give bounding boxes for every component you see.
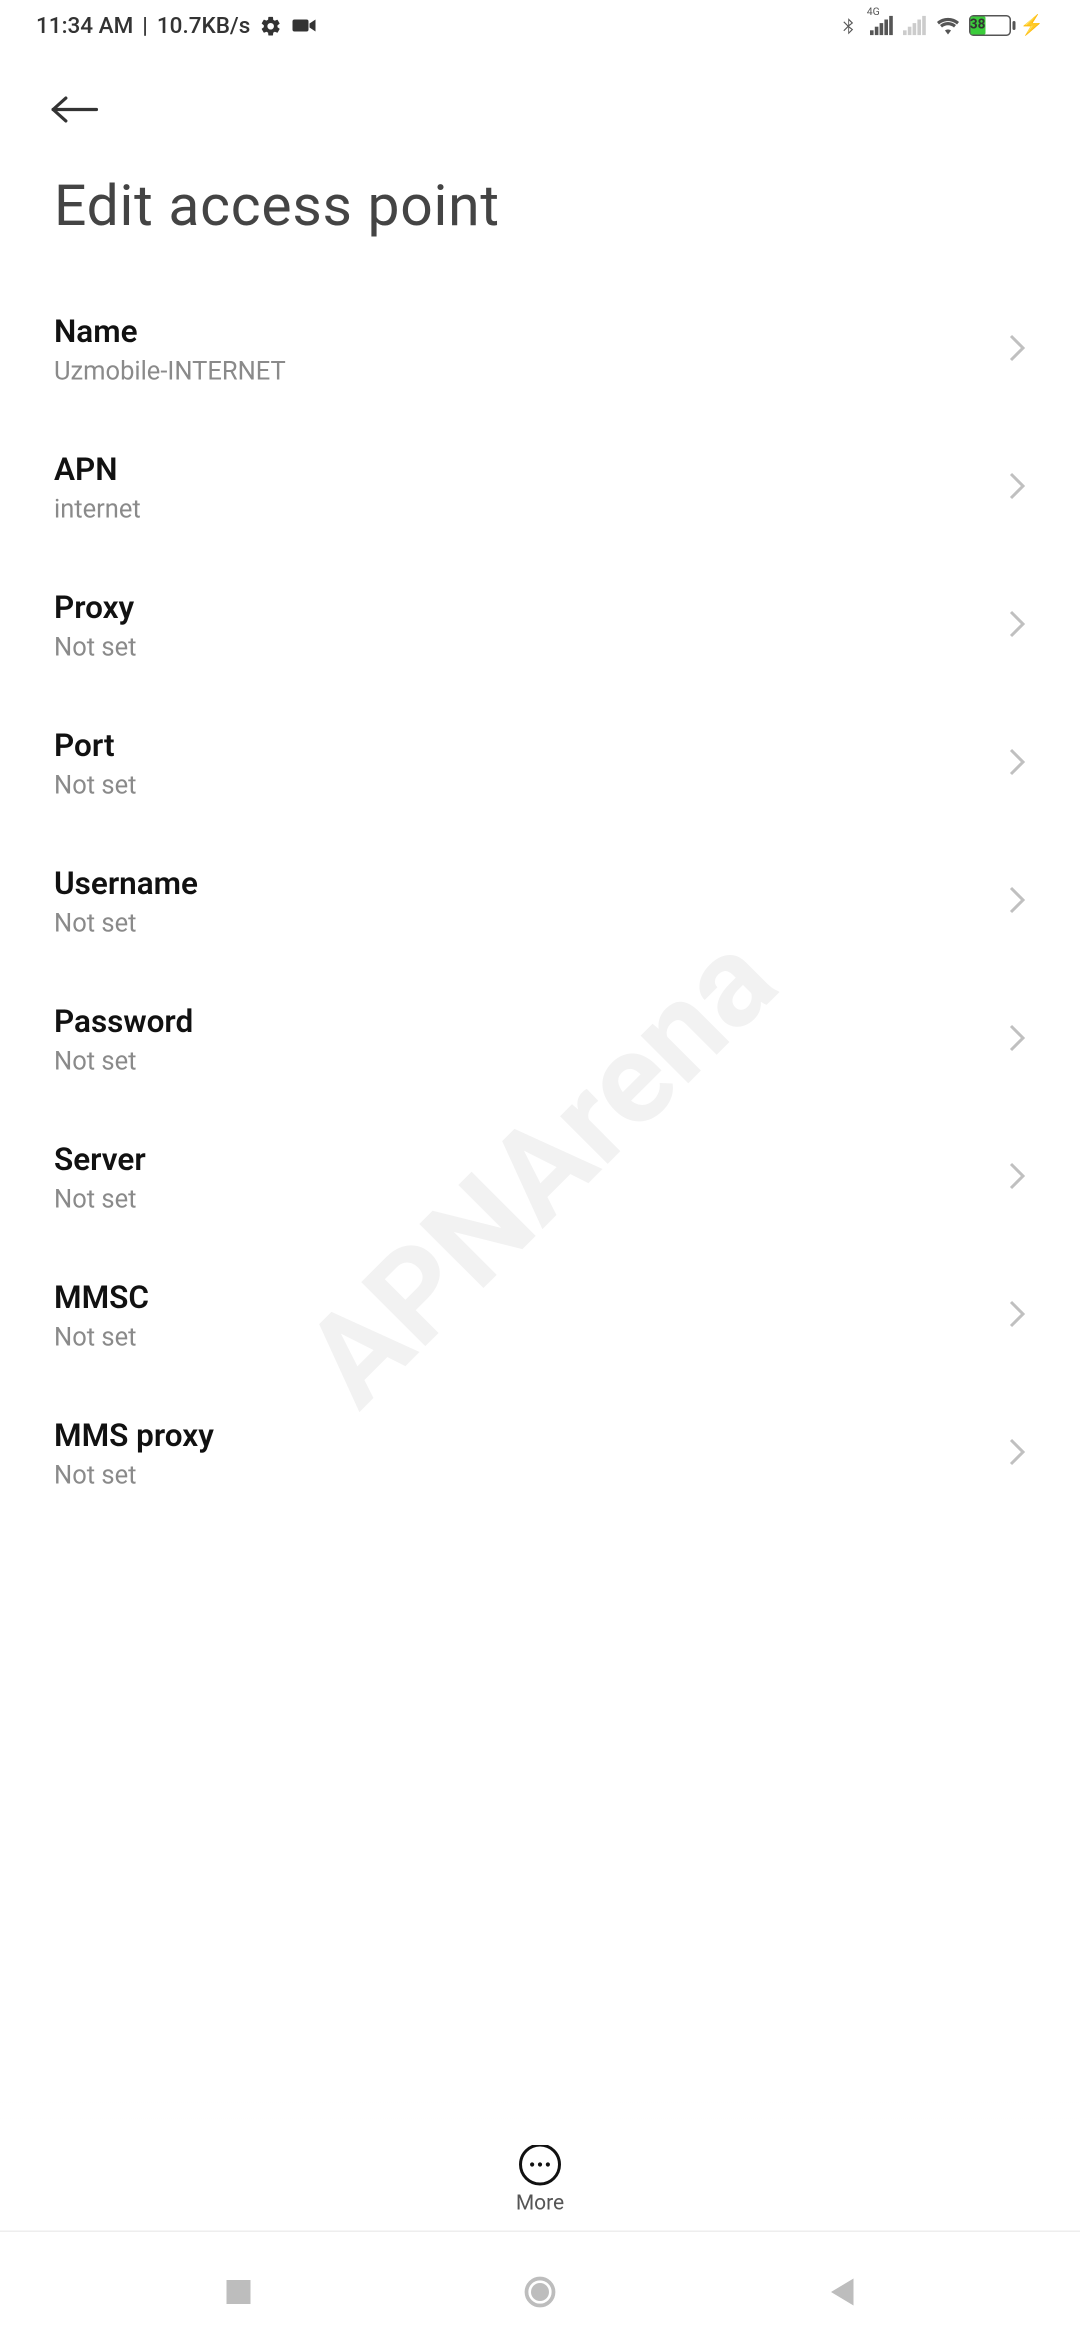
- setting-port[interactable]: Port Not set: [0, 696, 1080, 834]
- setting-label: Port: [54, 729, 136, 765]
- setting-value: Uzmobile-INTERNET: [54, 357, 286, 387]
- setting-value: Not set: [54, 633, 136, 663]
- chevron-right-icon: [1008, 1299, 1026, 1335]
- setting-label: Proxy: [54, 591, 136, 627]
- nav-home-icon[interactable]: [522, 2274, 558, 2316]
- system-nav-bar: [0, 2250, 1080, 2340]
- setting-value: Not set: [54, 909, 198, 939]
- setting-value: Not set: [54, 1047, 193, 1077]
- camera-status-icon: [292, 14, 316, 38]
- setting-apn[interactable]: APN internet: [0, 420, 1080, 558]
- chevron-right-icon: [1008, 1023, 1026, 1059]
- setting-label: MMSC: [54, 1281, 149, 1317]
- signal-sim2-icon: [903, 14, 927, 38]
- setting-mms-proxy[interactable]: MMS proxy Not set: [0, 1386, 1080, 1524]
- nav-recents-icon[interactable]: [224, 2277, 254, 2313]
- chevron-right-icon: [1008, 471, 1026, 507]
- more-label: More: [516, 2192, 564, 2216]
- setting-username[interactable]: Username Not set: [0, 834, 1080, 972]
- chevron-right-icon: [1008, 1437, 1026, 1473]
- setting-label: MMS proxy: [54, 1419, 214, 1455]
- chevron-right-icon: [1008, 333, 1026, 369]
- more-icon: [519, 2144, 561, 2186]
- status-net-speed: 10.7KB/s: [157, 12, 250, 39]
- setting-value: Not set: [54, 771, 136, 801]
- setting-mmsc[interactable]: MMSC Not set: [0, 1248, 1080, 1386]
- bottom-action-bar: More: [0, 2129, 1080, 2233]
- status-time: 11:34 AM: [36, 12, 133, 39]
- setting-label: Username: [54, 867, 198, 903]
- setting-proxy[interactable]: Proxy Not set: [0, 558, 1080, 696]
- page-title: Edit access point: [0, 141, 1080, 267]
- charging-icon: ⚡: [1020, 14, 1044, 37]
- back-button[interactable]: [42, 78, 105, 141]
- setting-label: Password: [54, 1005, 193, 1041]
- setting-value: Not set: [54, 1185, 146, 1215]
- signal-4g-icon: 4G: [870, 14, 894, 38]
- setting-value: Not set: [54, 1323, 149, 1353]
- chevron-right-icon: [1008, 609, 1026, 645]
- setting-server[interactable]: Server Not set: [0, 1110, 1080, 1248]
- status-bar: 11:34 AM | 10.7KB/s 4G: [0, 0, 1080, 51]
- bluetooth-icon: [837, 14, 861, 38]
- battery-level: 38: [970, 17, 985, 35]
- settings-status-icon: [259, 14, 283, 38]
- nav-back-icon[interactable]: [826, 2276, 856, 2315]
- status-separator: |: [142, 12, 148, 39]
- setting-value: Not set: [54, 1461, 214, 1491]
- setting-label: Name: [54, 315, 286, 351]
- wifi-icon: [936, 14, 960, 38]
- chevron-right-icon: [1008, 1161, 1026, 1197]
- apn-settings-list: Name Uzmobile-INTERNET APN internet Prox…: [0, 267, 1080, 1524]
- setting-password[interactable]: Password Not set: [0, 972, 1080, 1110]
- setting-label: APN: [54, 453, 141, 489]
- chevron-right-icon: [1008, 885, 1026, 921]
- more-button[interactable]: More: [516, 2144, 564, 2216]
- battery-icon: 38: [969, 15, 1011, 36]
- setting-name[interactable]: Name Uzmobile-INTERNET: [0, 282, 1080, 420]
- chevron-right-icon: [1008, 747, 1026, 783]
- setting-label: Server: [54, 1143, 146, 1179]
- setting-value: internet: [54, 495, 141, 525]
